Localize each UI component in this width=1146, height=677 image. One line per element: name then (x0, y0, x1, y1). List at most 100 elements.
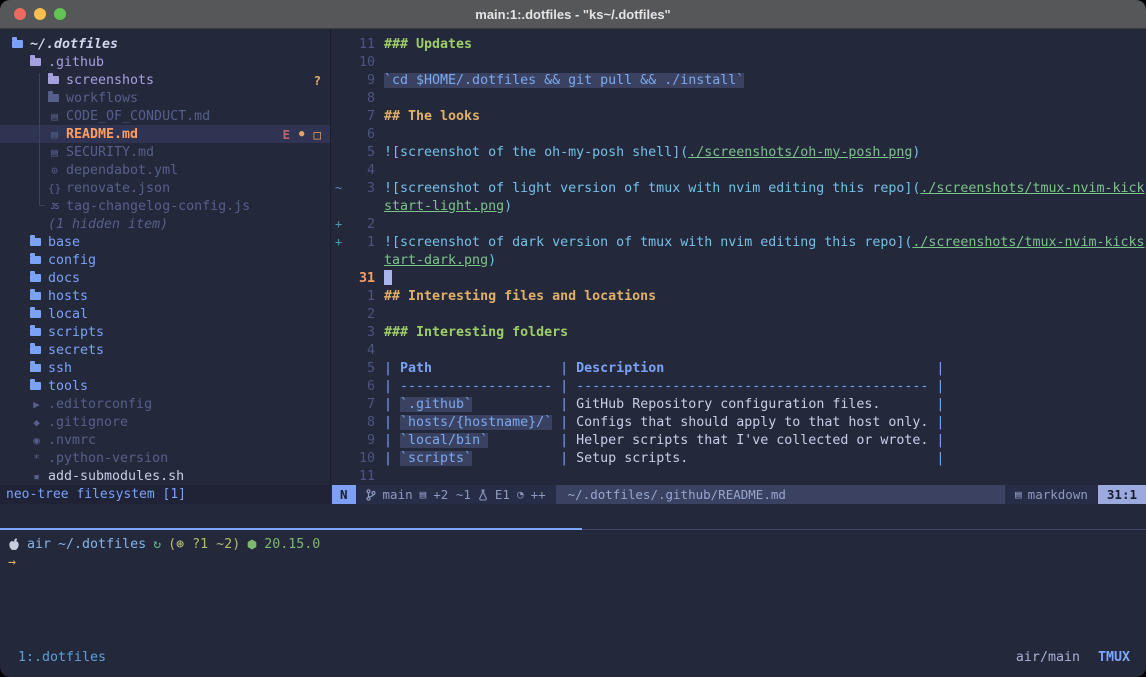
sidebar-item-hosts[interactable]: hosts (0, 287, 330, 305)
line-text: ### Updates (384, 37, 472, 52)
line-number: 5 (345, 145, 375, 160)
line-number: 3 (345, 181, 375, 196)
line-text: ## The looks (384, 109, 480, 124)
sidebar-item-label: renovate.json (66, 181, 170, 196)
editor-line[interactable]: +2 (332, 215, 1146, 233)
app-window: main:1:.dotfiles - "ks~/.dotfiles" ~/.do… (0, 0, 1146, 677)
line-text: | `.github` | GitHub Repository configur… (384, 397, 944, 412)
sidebar-item-docs[interactable]: docs (0, 269, 330, 287)
sidebar-item-readme-md[interactable]: ▤README.mdE●□ (0, 125, 330, 143)
maximize-button[interactable] (54, 8, 66, 20)
play-icon: ▶ (30, 398, 43, 411)
minimize-button[interactable] (34, 8, 46, 20)
close-button[interactable] (14, 8, 26, 20)
line-text: | `local/bin` | Helper scripts that I've… (384, 433, 944, 448)
sidebar-item-label: dependabot.yml (66, 163, 178, 178)
sidebar-item-label: .nvmrc (48, 433, 96, 448)
editor-line[interactable]: 1## Interesting files and locations (332, 287, 1146, 305)
sidebar-item-editorconfig[interactable]: ▶.editorconfig (0, 395, 330, 413)
shell-cursor-line: → (8, 555, 16, 570)
editor-line[interactable]: 5| Path | Description | (332, 359, 1146, 377)
sidebar-item-base[interactable]: base (0, 233, 330, 251)
file-icon: ▤ (48, 128, 61, 141)
sidebar-item-1-hidden-item[interactable]: (1 hidden item) (0, 215, 330, 233)
statusline: N main ▤ +2 ~1 E1 ◔ ++ ~/.dotfiles/.gith… (332, 485, 1146, 504)
sidebar-item-github[interactable]: .github (0, 53, 330, 71)
sidebar-item-ssh[interactable]: ssh (0, 359, 330, 377)
editor-line[interactable]: 6| ------------------- | ---------------… (332, 377, 1146, 395)
editor-line[interactable]: 4 (332, 161, 1146, 179)
sidebar-item-label: docs (48, 271, 80, 286)
nvim-pane: ~/.dotfiles.githubscreenshots?workflows▤… (0, 29, 1146, 504)
editor-line[interactable]: 2 (332, 305, 1146, 323)
folder-icon (30, 256, 41, 264)
editor-line[interactable]: 7 | `.github` | GitHub Repository configu… (332, 395, 1146, 413)
sidebar-item-add-submodules-sh[interactable]: ▪add-submodules.sh (0, 467, 330, 485)
line-number: 11 (345, 469, 375, 484)
editor-line[interactable]: 8 (332, 89, 1146, 107)
editor-line[interactable]: 31 (332, 269, 1146, 287)
sidebar-item-local[interactable]: local (0, 305, 330, 323)
sidebar-item-renovate-json[interactable]: {}renovate.json (0, 179, 330, 197)
sidebar-item-config[interactable]: config (0, 251, 330, 269)
git-segment: (⊛ ?1 ~2) (168, 537, 240, 552)
neotree-status: neo-tree filesystem [1] (0, 485, 331, 504)
sidebar-item-label: workflows (66, 91, 138, 106)
sidebar-item-label: tag-changelog-config.js (66, 199, 250, 214)
titlebar[interactable]: main:1:.dotfiles - "ks~/.dotfiles" (0, 0, 1146, 29)
editor-line[interactable]: 3### Interesting folders (332, 323, 1146, 341)
editor-line[interactable]: tart-dark.png) (332, 251, 1146, 269)
editor-line[interactable]: ~3![screenshot of light version of tmux … (332, 179, 1146, 197)
line-number: 1 (345, 235, 375, 250)
line-text: ![screenshot of light version of tmux wi… (384, 181, 1145, 196)
sidebar-item-screenshots[interactable]: screenshots? (0, 71, 330, 89)
shell-prompt: air ~/.dotfiles ↻ (⊛ ?1 ~2) 20.15.0 (8, 537, 320, 552)
sidebar-item-gitignore[interactable]: ◆.gitignore (0, 413, 330, 431)
sidebar-item-workflows[interactable]: workflows (0, 89, 330, 107)
folder-icon (30, 274, 41, 282)
editor-line[interactable]: 10| `scripts` | Setup scripts. | (332, 449, 1146, 467)
sync-icon: ↻ (153, 537, 161, 552)
shell-pane[interactable]: air ~/.dotfiles ↻ (⊛ ?1 ~2) 20.15.0 → (0, 504, 1146, 646)
sidebar-item-python-version[interactable]: *.python-version (0, 449, 330, 467)
folder-icon (30, 310, 41, 318)
sidebar-item-tag-changelog-config-js[interactable]: JStag-changelog-config.js (0, 197, 330, 215)
gitsign-add: + (335, 217, 345, 231)
editor-line[interactable]: 9| `local/bin` | Helper scripts that I'v… (332, 431, 1146, 449)
sidebar-item-security-md[interactable]: ▤SECURITY.md (0, 143, 330, 161)
sidebar-item-nvmrc[interactable]: ◉ .nvmrc (0, 431, 330, 449)
sidebar-item-label: config (48, 253, 96, 268)
editor-line[interactable]: start-light.png) (332, 197, 1146, 215)
editor-line[interactable]: 6 (332, 125, 1146, 143)
tmux-window-item[interactable]: 1:.dotfiles (18, 650, 106, 665)
diff-counts: +2 ~1 (433, 487, 471, 502)
editor-line[interactable]: 4 (332, 341, 1146, 359)
editor-line[interactable]: 11### Updates (332, 35, 1146, 53)
pane-divider-active[interactable] (0, 528, 582, 530)
editor-line[interactable]: 9`cd $HOME/.dotfiles && git pull && ./in… (332, 71, 1146, 89)
line-number: 7 (345, 397, 375, 412)
editor-line[interactable]: 5![screenshot of the oh-my-posh shell](.… (332, 143, 1146, 161)
sidebar-item-dotfiles[interactable]: ~/.dotfiles (0, 35, 330, 53)
sidebar-item-scripts[interactable]: scripts (0, 323, 330, 341)
ring-icon: ◉ (30, 434, 43, 447)
editor-line[interactable]: 11 (332, 467, 1146, 485)
line-text: | `hosts/{hostname}/` | Configs that sho… (384, 415, 944, 430)
folder-icon (48, 76, 59, 84)
editor-line[interactable]: 7## The looks (332, 107, 1146, 125)
sidebar-item-label: SECURITY.md (66, 145, 154, 160)
editor-line[interactable]: 10 (332, 53, 1146, 71)
line-number: 4 (345, 343, 375, 358)
sidebar-item-label: CODE_OF_CONDUCT.md (66, 109, 210, 124)
sidebar-item-dependabot-yml[interactable]: ⊙dependabot.yml (0, 161, 330, 179)
sidebar-item-secrets[interactable]: secrets (0, 341, 330, 359)
sidebar-item-tools[interactable]: tools (0, 377, 330, 395)
pane-divider[interactable] (582, 529, 1146, 530)
editor-area[interactable]: 11### Updates109`cd $HOME/.dotfiles && g… (332, 29, 1146, 485)
line-text: ### Interesting folders (384, 325, 568, 340)
editor-line[interactable]: 8| `hosts/{hostname}/` | Configs that sh… (332, 413, 1146, 431)
sidebar-item-code-of-conduct-md[interactable]: ▤CODE_OF_CONDUCT.md (0, 107, 330, 125)
file-tree[interactable]: ~/.dotfiles.githubscreenshots?workflows▤… (0, 29, 331, 485)
editor-line[interactable]: +1![screenshot of dark version of tmux w… (332, 233, 1146, 251)
error-count: E1 (495, 487, 510, 502)
